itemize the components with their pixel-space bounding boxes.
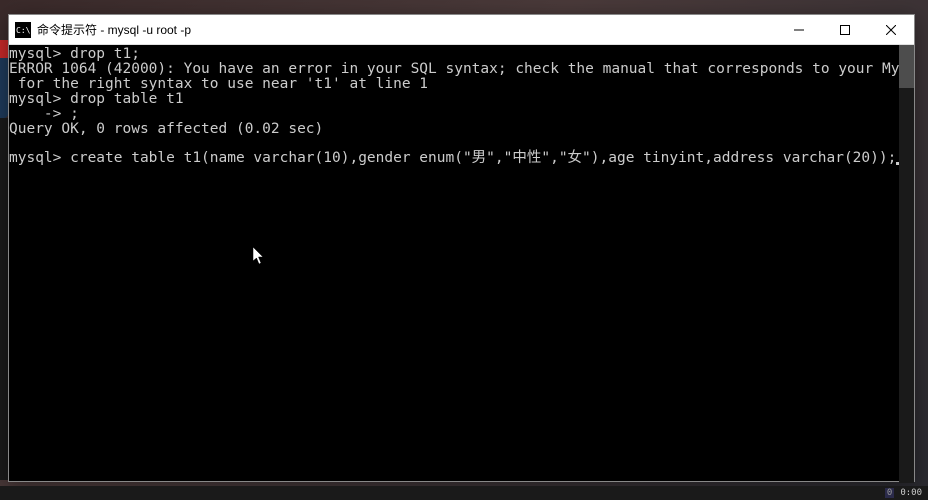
command-prompt-window: C:\ 命令提示符 - mysql -u root -p mysql> drop… (8, 14, 915, 482)
cmd-icon: C:\ (15, 22, 31, 38)
scrollbar-thumb[interactable] (899, 45, 914, 88)
scrollbar-track[interactable] (899, 45, 914, 483)
titlebar[interactable]: C:\ 命令提示符 - mysql -u root -p (9, 15, 914, 45)
terminal-line: Query OK, 0 rows affected (0.02 sec) (9, 121, 323, 137)
terminal-line: -> ; (9, 106, 79, 122)
maximize-button[interactable] (822, 15, 868, 45)
window-controls (776, 15, 914, 45)
terminal-line: mysql> drop t1; (9, 46, 140, 62)
mouse-pointer-icon (236, 232, 248, 250)
svg-text:C:\: C:\ (16, 26, 31, 35)
terminal-line: ERROR 1064 (42000): You have an error in… (9, 61, 914, 77)
close-button[interactable] (868, 15, 914, 45)
minimize-button[interactable] (776, 15, 822, 45)
terminal-line: for the right syntax to use near 't1' at… (9, 76, 428, 92)
terminal-line: mysql> create table t1(name varchar(10),… (9, 150, 896, 166)
terminal-content[interactable]: mysql> drop t1; ERROR 1064 (42000): You … (9, 45, 914, 481)
taskbar-time: 0:00 (900, 488, 922, 498)
window-title: 命令提示符 - mysql -u root -p (37, 21, 191, 38)
terminal-line: mysql> drop table t1 (9, 91, 184, 107)
desktop-left-edge (0, 40, 8, 480)
taskbar[interactable]: 0 0:00 (0, 486, 928, 500)
taskbar-indicator: 0 (885, 488, 894, 498)
